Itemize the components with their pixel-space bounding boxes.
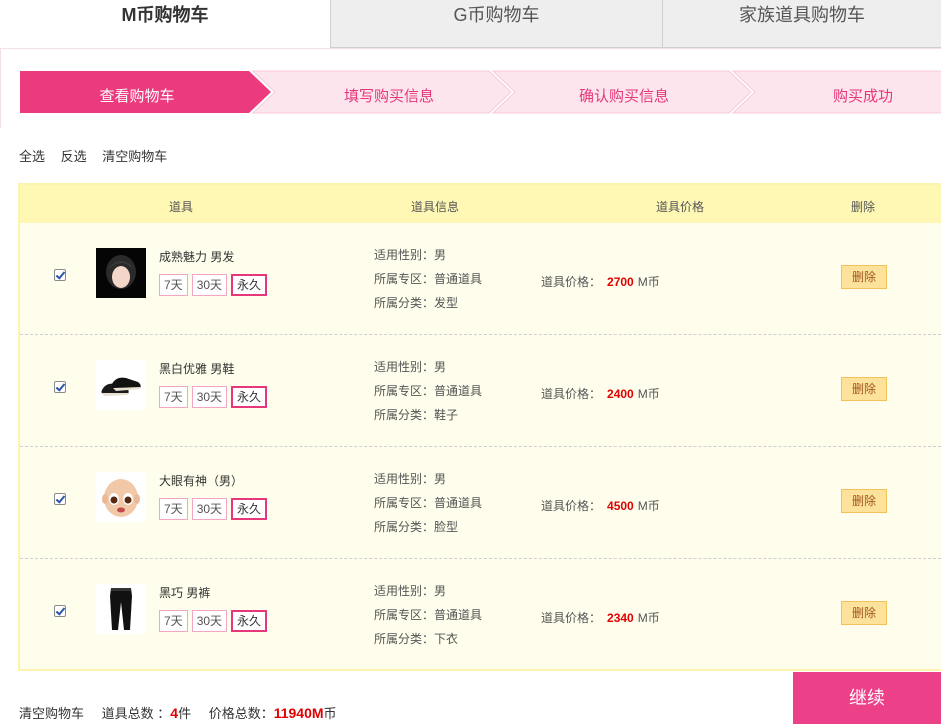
item-zone: 所属专区：普通道具 bbox=[374, 384, 483, 398]
table-row: 黑白优雅 男鞋 7天 30天 永久 适用性别：男 所属专区：普通道具 所属分类：… bbox=[20, 335, 941, 447]
select-all-link[interactable]: 全选 bbox=[19, 149, 45, 164]
duration-permanent[interactable]: 永久 bbox=[231, 498, 268, 520]
table-row: 大眼有神（男） 7天 30天 永久 适用性别：男 所属专区：普通道具 所属分类：… bbox=[20, 447, 941, 559]
item-category: 所属分类：脸型 bbox=[374, 520, 459, 534]
invert-selection-link[interactable]: 反选 bbox=[61, 149, 87, 164]
duration-30-days[interactable]: 30天 bbox=[191, 498, 228, 520]
item-name: 黑白优雅 男鞋 bbox=[159, 362, 235, 376]
hair-icon bbox=[96, 248, 146, 298]
item-zone: 所属专区：普通道具 bbox=[374, 608, 483, 622]
step-fill-info: 填写购买信息 bbox=[343, 88, 434, 105]
total-price-label: 价格总数： bbox=[208, 706, 274, 721]
item-gender: 适用性别：男 bbox=[374, 248, 447, 262]
duration-7-days[interactable]: 7天 bbox=[159, 386, 188, 408]
price-value: 2340 bbox=[607, 611, 634, 625]
row-checkbox[interactable] bbox=[54, 381, 66, 393]
duration-options: 7天 30天 永久 bbox=[159, 274, 268, 296]
step-purchase-success: 购买成功 bbox=[832, 88, 893, 105]
face-icon bbox=[96, 472, 146, 522]
total-price-unit: 币 bbox=[323, 706, 337, 721]
cart-tabs: M币购物车 G币购物车 家族道具购物车 bbox=[0, 0, 941, 48]
duration-7-days[interactable]: 7天 bbox=[159, 274, 188, 296]
price-value: 2400 bbox=[607, 387, 634, 401]
cart-summary: 清空购物车 道具总数 ：4件 价格总数：11940M币 bbox=[19, 703, 337, 722]
delete-button[interactable]: 删除 bbox=[841, 377, 887, 401]
item-info: 适用性别：男 所属专区：普通道具 所属分类：下衣 bbox=[374, 579, 482, 651]
item-gender: 适用性别：男 bbox=[374, 360, 447, 374]
delete-button[interactable]: 删除 bbox=[841, 601, 887, 625]
price-value: 2700 bbox=[607, 275, 634, 289]
checkout-steps: 查看购物车 填写购买信息 确认购买信息 购买成功 bbox=[0, 48, 941, 128]
price-unit: M币 bbox=[637, 387, 660, 401]
duration-options: 7天 30天 永久 bbox=[159, 498, 268, 520]
cart-table: 道具 道具信息 道具价格 删除 成熟魅力 男发 7天 30天 永久 适用性别：男… bbox=[18, 183, 941, 671]
item-name: 大眼有神（男） bbox=[159, 474, 244, 488]
duration-permanent[interactable]: 永久 bbox=[231, 386, 268, 408]
pants-icon bbox=[96, 584, 146, 634]
item-gender: 适用性别：男 bbox=[374, 472, 447, 486]
price-label: 道具价格： bbox=[541, 499, 602, 513]
duration-options: 7天 30天 永久 bbox=[159, 386, 268, 408]
cart-table-header: 道具 道具信息 道具价格 删除 bbox=[20, 185, 941, 223]
duration-30-days[interactable]: 30天 bbox=[191, 274, 228, 296]
duration-permanent[interactable]: 永久 bbox=[231, 274, 268, 296]
item-zone: 所属专区：普通道具 bbox=[374, 496, 483, 510]
duration-permanent[interactable]: 永久 bbox=[231, 610, 268, 632]
price-label: 道具价格： bbox=[541, 275, 602, 289]
item-price: 道具价格： 2400 M币 bbox=[541, 385, 660, 402]
table-row: 黑巧 男裤 7天 30天 永久 适用性别：男 所属专区：普通道具 所属分类：下衣… bbox=[20, 559, 941, 671]
clear-cart-link[interactable]: 清空购物车 bbox=[102, 149, 167, 164]
row-checkbox[interactable] bbox=[54, 605, 66, 617]
price-unit: M币 bbox=[637, 611, 660, 625]
item-name: 黑巧 男裤 bbox=[159, 586, 211, 600]
item-name: 成熟魅力 男发 bbox=[159, 250, 235, 264]
item-price: 道具价格： 4500 M币 bbox=[541, 497, 660, 514]
total-price-value: 11940M bbox=[273, 705, 324, 721]
price-unit: M币 bbox=[637, 275, 660, 289]
item-category: 所属分类：下衣 bbox=[374, 632, 459, 646]
item-price: 道具价格： 2700 M币 bbox=[541, 273, 660, 290]
item-info: 适用性别：男 所属专区：普通道具 所属分类：脸型 bbox=[374, 467, 482, 539]
item-category: 所属分类：发型 bbox=[374, 296, 459, 310]
tab-g-coin-cart[interactable]: G币购物车 bbox=[330, 0, 662, 48]
item-price: 道具价格： 2340 M币 bbox=[541, 609, 660, 626]
continue-button[interactable]: 继续 bbox=[793, 672, 941, 724]
delete-button[interactable]: 删除 bbox=[841, 489, 887, 513]
price-label: 道具价格： bbox=[541, 387, 602, 401]
duration-options: 7天 30天 永久 bbox=[159, 610, 268, 632]
footer-clear-cart-link[interactable]: 清空购物车 bbox=[19, 706, 84, 721]
duration-30-days[interactable]: 30天 bbox=[191, 610, 228, 632]
header-delete: 删除 bbox=[851, 200, 876, 214]
price-value: 4500 bbox=[607, 499, 634, 513]
duration-7-days[interactable]: 7天 bbox=[159, 498, 188, 520]
item-info: 适用性别：男 所属专区：普通道具 所属分类：鞋子 bbox=[374, 355, 482, 427]
duration-7-days[interactable]: 7天 bbox=[159, 610, 188, 632]
step-view-cart: 查看购物车 bbox=[99, 88, 175, 105]
header-item-price: 道具价格 bbox=[656, 200, 705, 214]
price-unit: M币 bbox=[637, 499, 660, 513]
header-item: 道具 bbox=[169, 200, 194, 214]
tab-family-item-cart[interactable]: 家族道具购物车 bbox=[662, 0, 941, 48]
header-item-info: 道具信息 bbox=[411, 200, 460, 214]
row-checkbox[interactable] bbox=[54, 269, 66, 281]
item-count-label: 道具总数 ： bbox=[101, 706, 171, 721]
delete-button[interactable]: 删除 bbox=[841, 265, 887, 289]
duration-30-days[interactable]: 30天 bbox=[191, 386, 228, 408]
item-info: 适用性别：男 所属专区：普通道具 所属分类：发型 bbox=[374, 243, 482, 315]
select-actions: 全选 反选 清空购物车 bbox=[19, 146, 179, 165]
step-confirm-info: 确认购买信息 bbox=[578, 88, 669, 105]
tab-m-coin-cart[interactable]: M币购物车 bbox=[0, 0, 330, 48]
item-category: 所属分类：鞋子 bbox=[374, 408, 459, 422]
price-label: 道具价格： bbox=[541, 611, 602, 625]
item-zone: 所属专区：普通道具 bbox=[374, 272, 483, 286]
row-checkbox[interactable] bbox=[54, 493, 66, 505]
shoes-icon bbox=[96, 360, 146, 410]
item-count-unit: 件 bbox=[178, 706, 192, 721]
item-count-value: 4 bbox=[170, 705, 179, 721]
item-gender: 适用性别：男 bbox=[374, 584, 447, 598]
table-row: 成熟魅力 男发 7天 30天 永久 适用性别：男 所属专区：普通道具 所属分类：… bbox=[20, 223, 941, 335]
